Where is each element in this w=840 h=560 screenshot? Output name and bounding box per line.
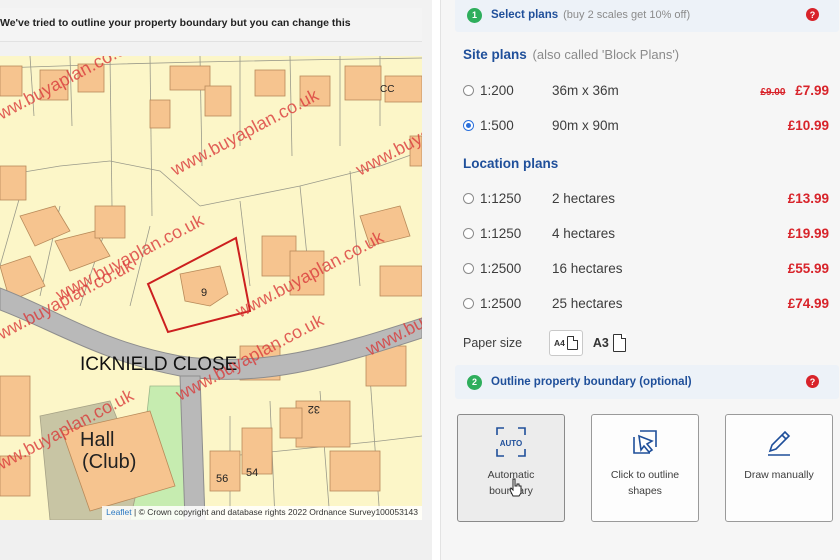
auto-icon-text: AUTO: [500, 439, 523, 448]
step1-number-badge: 1: [467, 7, 482, 23]
paper-size-a4-button[interactable]: A4: [549, 330, 583, 356]
plan-price: £74.99: [787, 295, 829, 311]
click-to-outline-button[interactable]: Click to outline shapes: [591, 414, 699, 522]
plan-price: £13.99: [787, 190, 829, 206]
options-panel: 1 Select plans (buy 2 scales get 10% off…: [440, 0, 840, 560]
document-icon: [566, 336, 578, 350]
click-outline-icon: [628, 425, 662, 459]
location-plan-option-2[interactable]: 1:1250 4 hectares £19.99: [463, 222, 829, 244]
draw-manually-label: Draw manually: [744, 469, 814, 481]
paper-size-a3-label: A3: [592, 336, 609, 350]
plan-price: £7.99: [795, 82, 829, 98]
hand-cursor-icon: [509, 478, 522, 497]
house-number-32: 32: [308, 403, 320, 415]
step2-title: Outline property boundary (optional): [491, 376, 692, 388]
plan-price-wrap: £19.99: [702, 226, 829, 241]
hall-label: Hall: [80, 429, 114, 451]
draw-manually-button[interactable]: Draw manually: [725, 414, 833, 522]
plan-scale: 1:2500: [480, 260, 522, 276]
radio-button[interactable]: [463, 227, 474, 239]
plan-scale: 1:200: [480, 82, 514, 98]
house-number-54: 54: [246, 467, 258, 479]
map-banner: We've tried to outline your property bou…: [0, 8, 422, 42]
plan-size: 4 hectares: [552, 225, 616, 241]
plan-scale: 1:500: [480, 117, 514, 133]
old-price: £9.00: [760, 86, 786, 98]
plan-size: 16 hectares: [552, 260, 623, 276]
help-icon[interactable]: ?: [806, 8, 819, 21]
plan-price-wrap: £13.99: [702, 191, 829, 206]
site-plans-title-text: Site plans: [463, 47, 527, 62]
plan-price: £55.99: [787, 260, 829, 276]
document-icon: [612, 334, 626, 352]
plan-price-wrap: £9.00 £7.99: [702, 83, 829, 98]
copyright-text: | © Crown copyright and database rights …: [134, 507, 418, 517]
app-root: We've tried to outline your property bou…: [0, 0, 840, 560]
step2-number-badge: 2: [467, 374, 482, 390]
plan-price-wrap: £74.99: [702, 296, 829, 311]
map-footer-space: [0, 520, 432, 560]
radio-button[interactable]: [463, 84, 474, 96]
location-plan-option-4[interactable]: 1:2500 25 hectares £74.99: [463, 292, 829, 314]
location-plan-option-3[interactable]: 1:2500 16 hectares £55.99: [463, 257, 829, 279]
site-plans-hint: (also called 'Block Plans'): [532, 47, 680, 62]
plan-scale: 1:2500: [480, 295, 522, 311]
plan-price: £19.99: [787, 225, 829, 241]
paper-size-label: Paper size: [463, 336, 523, 350]
paper-size-a4-label: A4: [554, 338, 565, 348]
paper-size-row: Paper size A4 A3: [463, 330, 630, 356]
step1-hint: (buy 2 scales get 10% off): [563, 9, 691, 21]
map-panel: We've tried to outline your property bou…: [0, 0, 432, 560]
club-label: (Club): [82, 451, 136, 473]
automatic-boundary-button[interactable]: AUTO Automatic boundary: [457, 414, 565, 522]
site-plan-option-1-200[interactable]: 1:200 36m x 36m £9.00 £7.99: [463, 79, 829, 101]
help-icon[interactable]: ?: [806, 375, 819, 388]
step1-title: Select plans: [491, 9, 559, 21]
property-map[interactable]: 9 32 56 54 CC Hall (Club) ICKNIELD CLOSE…: [0, 56, 422, 520]
plan-size: 2 hectares: [552, 190, 616, 206]
house-number-56: 56: [216, 473, 228, 485]
paper-size-a3-button[interactable]: A3: [589, 330, 630, 356]
auto-boundary-icon: AUTO: [494, 425, 528, 459]
plan-scale: 1:1250: [480, 190, 522, 206]
radio-button[interactable]: [463, 192, 474, 204]
map-attribution: Leaflet | © Crown copyright and database…: [102, 506, 422, 520]
plan-size: 90m x 90m: [552, 117, 619, 133]
site-plan-option-1-500[interactable]: 1:500 90m x 90m £10.99: [463, 114, 829, 136]
radio-button[interactable]: [463, 262, 474, 274]
location-plan-option-1[interactable]: 1:1250 2 hectares £13.99: [463, 187, 829, 209]
plan-price-wrap: £10.99: [702, 118, 829, 133]
leaflet-link[interactable]: Leaflet: [106, 507, 132, 517]
house-number-top: CC: [380, 84, 394, 95]
step1-header: 1 Select plans (buy 2 scales get 10% off…: [455, 0, 839, 32]
plan-size: 25 hectares: [552, 295, 623, 311]
location-plans-title: Location plans: [463, 156, 559, 171]
plan-price: £10.99: [787, 117, 829, 133]
pencil-icon: [762, 425, 796, 459]
plan-price-wrap: £55.99: [702, 261, 829, 276]
step2-header: 2 Outline property boundary (optional) ?: [455, 365, 839, 399]
plan-size: 36m x 36m: [552, 82, 619, 98]
radio-button-selected[interactable]: [463, 119, 474, 131]
click-to-outline-label: Click to outline shapes: [610, 469, 680, 497]
radio-button[interactable]: [463, 297, 474, 309]
site-plans-title: Site plans (also called 'Block Plans'): [463, 47, 679, 62]
house-number-9: 9: [201, 287, 207, 299]
plan-scale: 1:1250: [480, 225, 522, 241]
